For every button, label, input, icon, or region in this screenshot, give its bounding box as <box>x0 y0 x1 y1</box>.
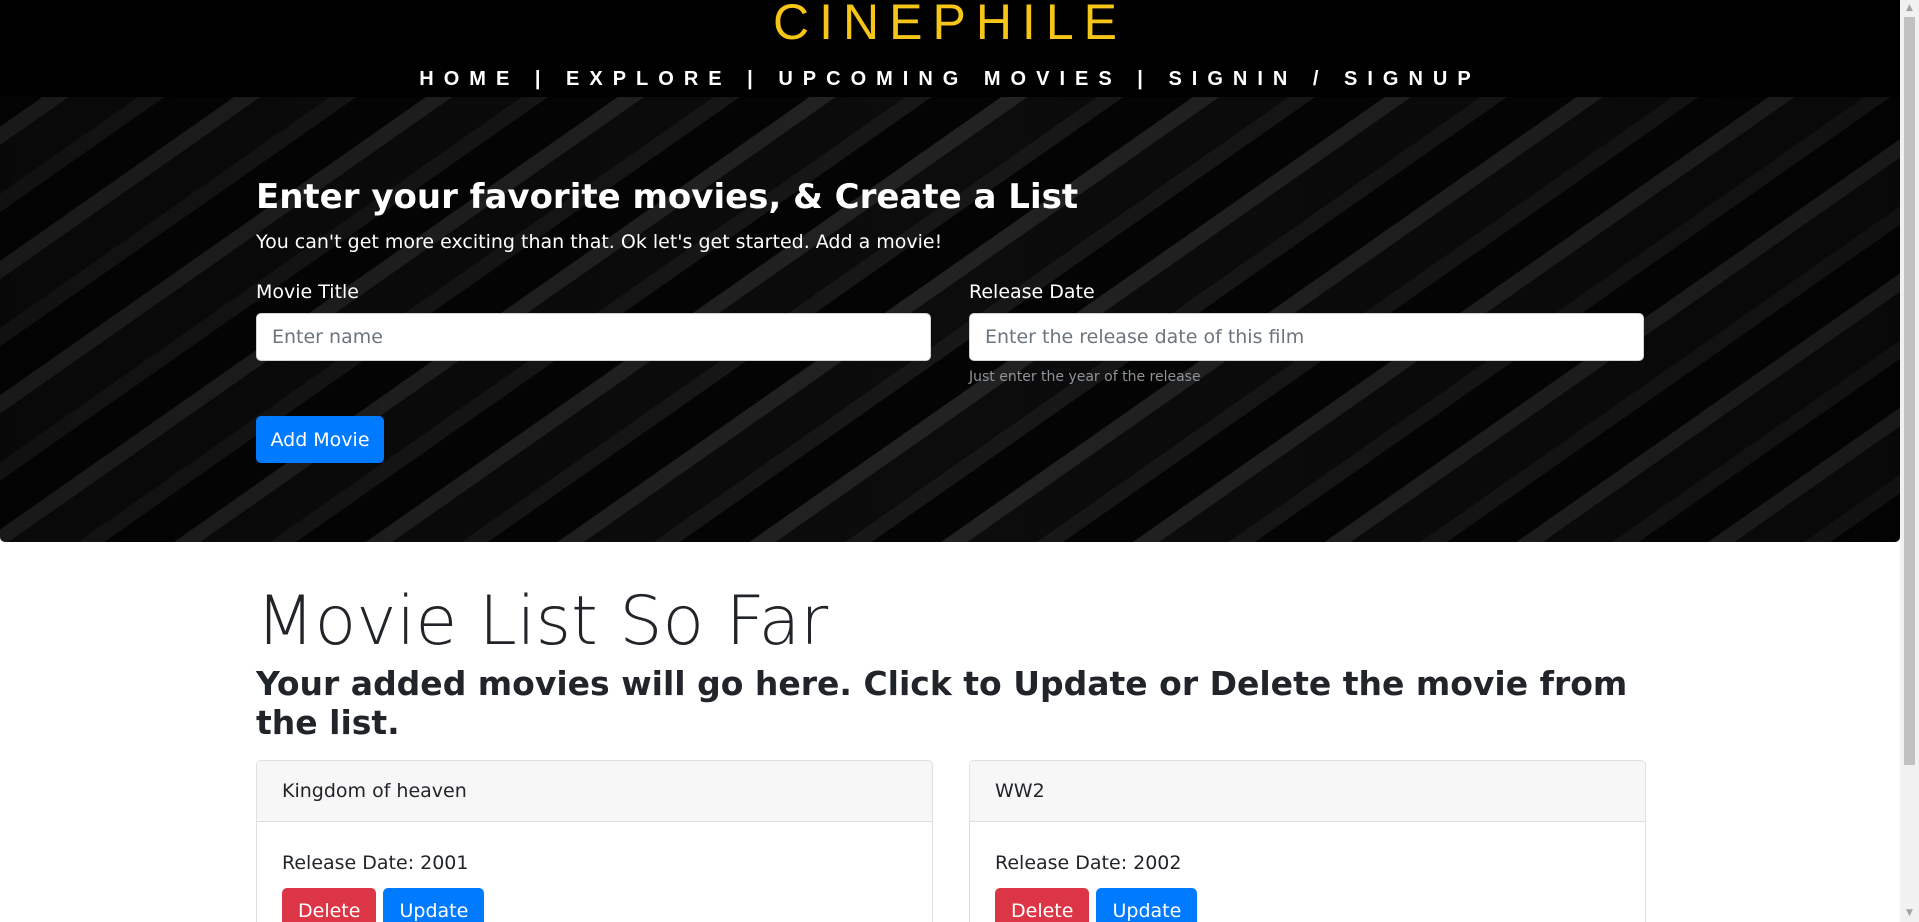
release-date-field-group: Release Date Just enter the year of the … <box>969 281 1644 385</box>
movie-card-title: WW2 <box>970 761 1645 822</box>
movie-list-subtitle: Your added movies will go here. Click to… <box>256 664 1628 742</box>
nav-item-upcoming-movies[interactable]: UPCOMING MOVIES <box>778 68 1121 90</box>
release-date-label: Release Date <box>969 281 1095 303</box>
movie-release-date: Release Date: 2002 <box>995 852 1182 874</box>
release-date-input[interactable] <box>969 313 1644 361</box>
movie-card-actions: Delete Update <box>995 888 1620 922</box>
nav-separator: | <box>747 68 763 90</box>
hero-title: Enter your favorite movies, & Create a L… <box>256 177 1079 217</box>
hero-subtitle: You can't get more exciting than that. O… <box>256 231 943 253</box>
vertical-scrollbar[interactable]: ▲ ▼ <box>1900 0 1919 922</box>
movie-card-title: Kingdom of heaven <box>257 761 932 822</box>
nav-item-signin-signup[interactable]: SIGNIN / SIGNUP <box>1168 68 1480 90</box>
movie-card-actions: Delete Update <box>282 888 907 922</box>
nav-separator: | <box>534 68 551 90</box>
movie-card-body: Release Date: 2002 Delete Update <box>970 822 1645 922</box>
brand-logo-text[interactable]: CINEPHILE <box>0 0 1900 50</box>
scrollbar-thumb[interactable] <box>1904 17 1915 765</box>
scroll-down-arrow-icon[interactable]: ▼ <box>1900 905 1919 922</box>
nav-item-explore[interactable]: EXPLORE <box>566 68 732 90</box>
movie-list-section: Movie List So Far Your added movies will… <box>256 580 1646 922</box>
hero-content: Enter your favorite movies, & Create a L… <box>256 97 1644 542</box>
add-movie-button[interactable]: Add Movie <box>256 416 384 463</box>
nav-separator: | <box>1137 68 1153 90</box>
nav-item-home[interactable]: HOME <box>419 68 519 90</box>
page: CINEPHILE HOME | EXPLORE | UPCOMING MOVI… <box>0 0 1919 922</box>
site-header: CINEPHILE HOME | EXPLORE | UPCOMING MOVI… <box>0 0 1900 97</box>
delete-button[interactable]: Delete <box>995 888 1090 922</box>
delete-button[interactable]: Delete <box>282 888 377 922</box>
scroll-up-arrow-icon[interactable]: ▲ <box>1900 0 1919 17</box>
movie-card-body: Release Date: 2001 Delete Update <box>257 822 932 922</box>
movie-list-title: Movie List So Far <box>256 582 829 661</box>
update-button[interactable]: Update <box>1096 888 1198 922</box>
update-button[interactable]: Update <box>383 888 485 922</box>
movie-release-date: Release Date: 2001 <box>282 852 469 874</box>
hero-section: Enter your favorite movies, & Create a L… <box>0 97 1900 542</box>
movie-title-label: Movie Title <box>256 281 359 303</box>
movie-card: Kingdom of heaven Release Date: 2001 Del… <box>256 760 933 922</box>
movie-card: WW2 Release Date: 2002 Delete Update <box>969 760 1646 922</box>
main-nav: HOME | EXPLORE | UPCOMING MOVIES | SIGNI… <box>0 68 1900 91</box>
movie-title-field-group: Movie Title <box>256 281 931 361</box>
release-date-help-text: Just enter the year of the release <box>969 369 1201 385</box>
movie-title-input[interactable] <box>256 313 931 361</box>
